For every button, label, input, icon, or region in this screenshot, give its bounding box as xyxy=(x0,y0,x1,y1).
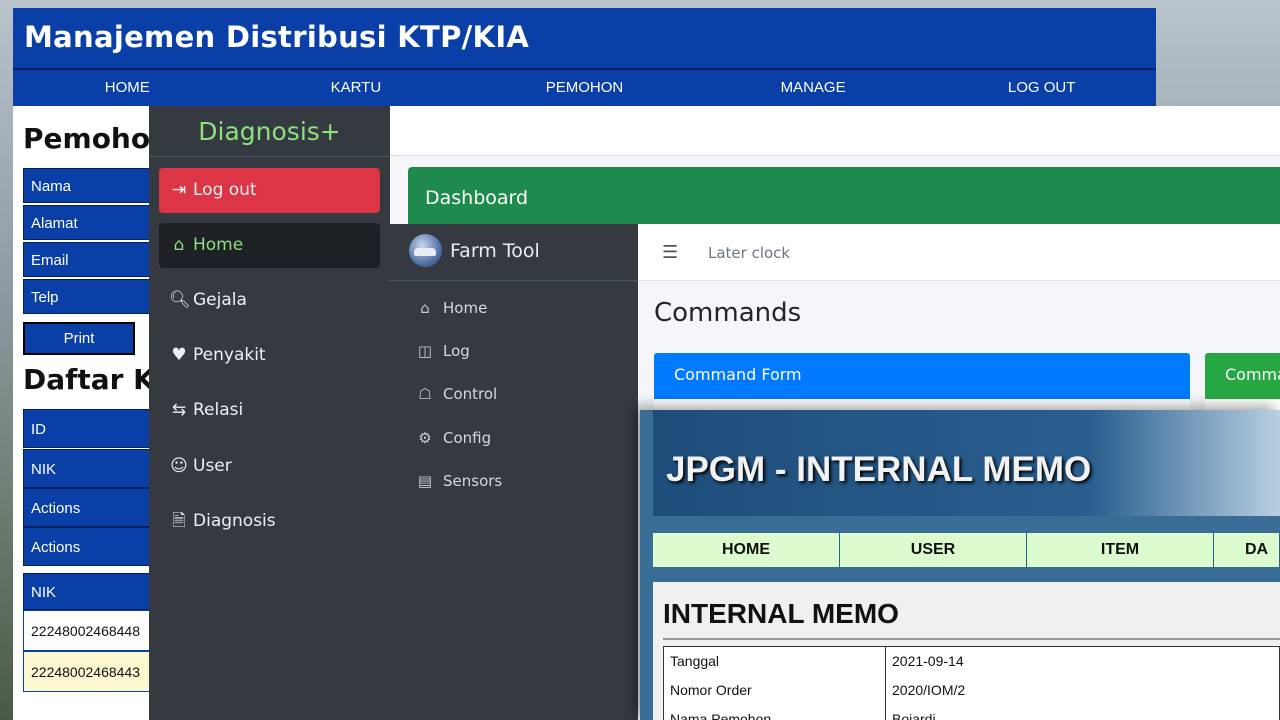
search-icon: 🔍︎ xyxy=(169,290,191,310)
farm-topbar: ☰ Later clock xyxy=(638,224,1280,281)
diagnosis-dashboard-header: Dashboard xyxy=(408,167,1280,225)
farm-menu-log[interactable]: ◫ Log xyxy=(413,342,470,360)
chip-icon: ▤ xyxy=(417,472,433,490)
ktp-header: Manajemen Distribusi KTP/KIA xyxy=(13,8,1156,68)
hamburger-menu-icon[interactable]: ☰ xyxy=(662,242,678,263)
farm-brand[interactable]: Farm Tool xyxy=(388,224,638,281)
heart-icon: ♥ xyxy=(171,345,187,365)
memo-window: JPGM - INTERNAL MEMO HOME USER ITEM DA I… xyxy=(640,410,1280,720)
memo-content: INTERNAL MEMO Tanggal 2021-09-14 Nomor O… xyxy=(653,582,1280,720)
diagnosis-menu-diagnosis[interactable]: 🗎︎ Diagnosis xyxy=(159,499,380,544)
diagnosis-menu-label: Penyakit xyxy=(193,345,266,365)
diagnosis-menu-label: Home xyxy=(193,235,244,255)
ktp-header-nik: NIK xyxy=(23,449,153,488)
memo-value: Bojardi xyxy=(885,704,1280,720)
ktp-navbar: HOME KARTU PEMOHON MANAGE LOG OUT xyxy=(13,68,1156,106)
control-icon: ☖ xyxy=(418,385,432,403)
farm-menu-label: Home xyxy=(443,299,488,317)
memo-key: Tanggal xyxy=(663,646,886,676)
ktp-header-id: ID xyxy=(23,409,153,448)
memo-nav-data[interactable]: DA xyxy=(1214,533,1280,567)
table-row[interactable]: 22248002468443 xyxy=(23,651,153,692)
farm-menu-sensors[interactable]: ▤ Sensors xyxy=(413,472,502,490)
table-row: Nomor Order 2020/IOM/2 xyxy=(663,675,1280,705)
memo-banner: JPGM - INTERNAL MEMO xyxy=(653,410,1280,516)
columns-icon: ◫ xyxy=(417,342,433,360)
table-row: Nama Pemohon Bojardi xyxy=(663,704,1280,720)
farm-menu-home[interactable]: ⌂ Home xyxy=(413,299,487,317)
command-form-card-header: Command Form xyxy=(654,353,1190,399)
farm-logo-icon xyxy=(409,234,442,267)
file-icon: 🗎︎ xyxy=(172,511,186,531)
logout-icon: ⇥ xyxy=(171,180,187,200)
table-row: Tanggal 2021-09-14 xyxy=(663,646,1280,676)
ktp-header-actions-2: Actions xyxy=(23,527,153,566)
ktp-nav-manage[interactable]: MANAGE xyxy=(699,70,928,106)
memo-nav-home[interactable]: HOME xyxy=(653,533,840,567)
diagnosis-menu-label: Log out xyxy=(193,180,257,200)
ktp-content: Pemohon Nama Alamat Email Telp Print Daf… xyxy=(13,106,174,720)
diagnosis-menu-home[interactable]: ⌂ Home xyxy=(159,223,380,268)
diagnosis-sidebar: Diagnosis+ ⇥ Log out ⌂ Home 🔍︎ Gejala ♥ Peny… xyxy=(149,106,390,720)
table-row[interactable]: 22248002468448 xyxy=(23,610,153,651)
users-icon: ☺ xyxy=(170,456,188,476)
memo-value: 2021-09-14 xyxy=(885,646,1280,676)
ktp-section-pemohon: Pemohon xyxy=(23,122,171,155)
memo-heading: INTERNAL MEMO xyxy=(663,598,899,629)
gear-icon: ⚙ xyxy=(418,429,432,447)
memo-detail-table: Tanggal 2021-09-14 Nomor Order 2020/IOM/… xyxy=(663,646,1280,720)
ktp-header-actions: Actions xyxy=(23,488,153,527)
diagnosis-menu-label: User xyxy=(193,456,232,476)
ktp-field-telp[interactable]: Telp xyxy=(23,279,153,314)
diagnosis-menu-user[interactable]: ☺ User xyxy=(159,444,380,489)
ktp-app-title: Manajemen Distribusi KTP/KIA xyxy=(24,20,530,54)
diagnosis-menu-penyakit[interactable]: ♥ Penyakit xyxy=(159,333,380,378)
diagnosis-topbar xyxy=(390,106,1280,156)
memo-nav-item[interactable]: ITEM xyxy=(1027,533,1214,567)
diagnosis-menu-relasi[interactable]: ⇆ Relasi xyxy=(159,388,380,433)
ktp-nav-kartu[interactable]: KARTU xyxy=(242,70,471,106)
memo-nav-user[interactable]: USER xyxy=(840,533,1027,567)
memo-navbar: HOME USER ITEM DA xyxy=(653,533,1280,567)
exchange-icon: ⇆ xyxy=(171,400,187,420)
diagnosis-menu-gejala[interactable]: 🔍︎ Gejala xyxy=(159,278,380,323)
memo-key: Nomor Order xyxy=(663,675,886,705)
memo-key: Nama Pemohon xyxy=(663,704,886,720)
ktp-nav-home[interactable]: HOME xyxy=(13,70,242,106)
memo-banner-title: JPGM - INTERNAL MEMO xyxy=(666,450,1092,489)
ktp-nav-logout[interactable]: LOG OUT xyxy=(927,70,1156,106)
command-card-header: Comma xyxy=(1205,353,1280,399)
farm-menu-label: Log xyxy=(443,342,470,360)
farm-menu-label: Sensors xyxy=(443,472,503,490)
memo-divider xyxy=(663,638,1280,640)
diagnosis-menu-label: Diagnosis xyxy=(193,511,276,531)
farm-menu-control[interactable]: ☖ Control xyxy=(413,385,497,403)
farm-brand-text: Farm Tool xyxy=(450,240,540,262)
ktp-field-nama[interactable]: Nama xyxy=(23,168,153,203)
farm-sidebar: Farm Tool ⌂ Home ◫ Log ☖ Control ⚙ Config ▤ S… xyxy=(388,224,638,720)
ktp-field-email[interactable]: Email xyxy=(23,242,153,277)
ktp-print-button[interactable]: Print xyxy=(23,322,135,355)
ktp-field-alamat[interactable]: Alamat xyxy=(23,205,153,240)
diagnosis-logout-button[interactable]: ⇥ Log out xyxy=(159,168,380,213)
page-title: Commands xyxy=(654,298,802,328)
diagnosis-menu-label: Relasi xyxy=(193,400,244,420)
farm-menu-label: Config xyxy=(443,429,492,447)
farm-clock-label: Later clock xyxy=(708,244,791,262)
farm-menu-config[interactable]: ⚙ Config xyxy=(413,429,491,447)
farm-menu-label: Control xyxy=(443,385,498,403)
memo-value: 2020/IOM/2 xyxy=(885,675,1280,705)
ktp-nav-pemohon[interactable]: PEMOHON xyxy=(470,70,699,106)
home-icon: ⌂ xyxy=(173,235,185,255)
diagnosis-menu-label: Gejala xyxy=(193,290,247,310)
home-icon: ⌂ xyxy=(420,299,430,317)
diagnosis-brand[interactable]: Diagnosis+ xyxy=(149,106,390,157)
ktp-nik-column-header: NIK xyxy=(23,573,153,610)
